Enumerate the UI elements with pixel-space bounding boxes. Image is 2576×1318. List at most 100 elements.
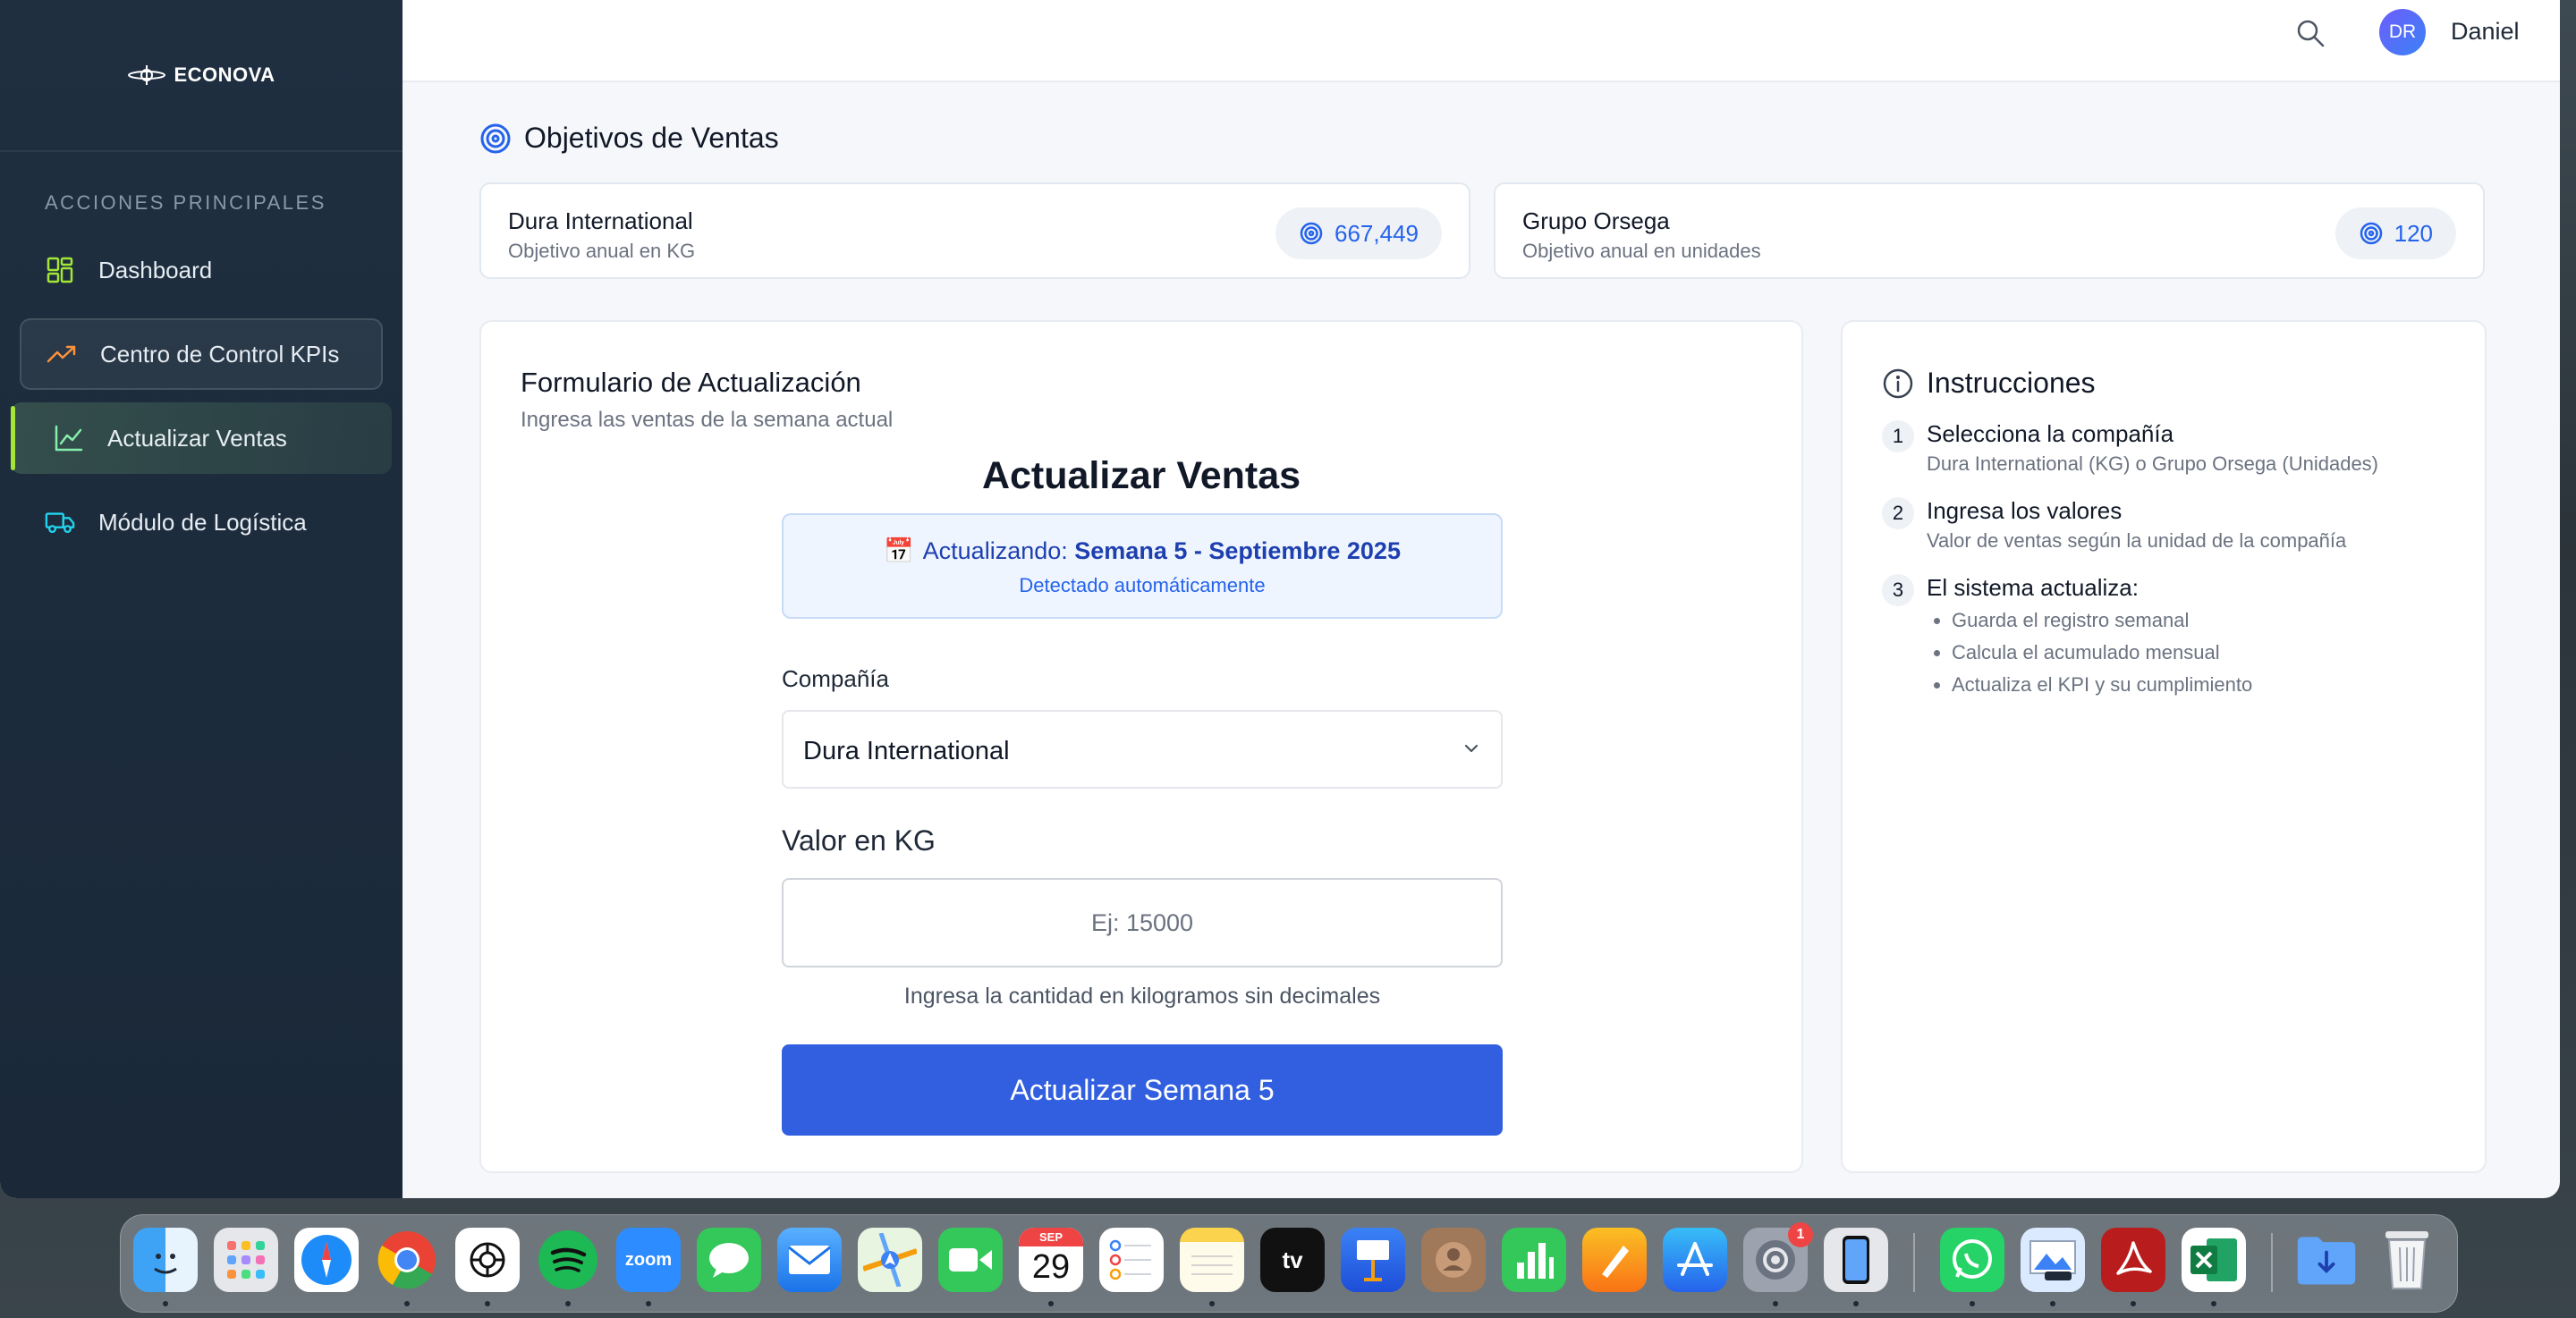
sidebar-item-dashboard[interactable]: Dashboard bbox=[20, 234, 383, 306]
step-title: Selecciona la compañía bbox=[1927, 420, 2174, 447]
avatar[interactable]: DR bbox=[2379, 9, 2426, 55]
target-icon bbox=[1300, 222, 1323, 245]
target-subtitle: Objetivo anual en unidades bbox=[1522, 240, 1761, 262]
sidebar-item-kpis[interactable]: Centro de Control KPIs bbox=[20, 318, 383, 390]
running-indicator bbox=[485, 1301, 490, 1306]
running-indicator bbox=[1048, 1301, 1054, 1306]
safari-icon[interactable] bbox=[294, 1228, 359, 1292]
app-store-icon[interactable] bbox=[1663, 1228, 1727, 1292]
value-label: Valor en KG bbox=[782, 824, 936, 857]
chrome-icon[interactable] bbox=[375, 1228, 439, 1292]
submit-button[interactable]: Actualizar Semana 5 bbox=[782, 1044, 1503, 1136]
running-indicator bbox=[1209, 1301, 1215, 1306]
instructions-card: Instrucciones 1 Selecciona la compañía D… bbox=[1841, 320, 2487, 1173]
running-indicator bbox=[404, 1301, 410, 1306]
messages-icon[interactable] bbox=[697, 1228, 761, 1292]
info-icon bbox=[1883, 368, 1913, 398]
calendar-day: 29 bbox=[1031, 1248, 1071, 1286]
target-value-badge: 667,449 bbox=[1275, 207, 1442, 259]
step-bullet-list: Guarda el registro semanal Calcula el ac… bbox=[1927, 604, 2252, 701]
form-heading: Actualizar Ventas bbox=[981, 454, 1301, 497]
sidebar: ECONOVA ACCIONES PRINCIPALES Dashboard C… bbox=[0, 0, 402, 1198]
target-icon bbox=[480, 123, 511, 153]
company-select[interactable]: Dura International bbox=[782, 710, 1503, 789]
iphone-mirroring-icon[interactable] bbox=[1824, 1228, 1888, 1292]
facetime-icon[interactable] bbox=[938, 1228, 1003, 1292]
page-title: Objetivos de Ventas bbox=[479, 122, 779, 155]
chatgpt-icon[interactable] bbox=[455, 1228, 520, 1292]
week-prefix: Actualizando: bbox=[922, 537, 1068, 564]
target-icon bbox=[2360, 222, 2382, 245]
week-value: Semana 5 - Septiembre 2025 bbox=[1074, 537, 1401, 564]
keynote-icon[interactable] bbox=[1341, 1228, 1405, 1292]
calendar-month: SEP bbox=[1019, 1228, 1083, 1246]
whatsapp-icon[interactable] bbox=[1940, 1228, 2004, 1292]
numbers-icon[interactable] bbox=[1502, 1228, 1566, 1292]
update-form-card: Formulario de Actualización Ingresa las … bbox=[479, 320, 1803, 1173]
sidebar-item-actualizar-ventas[interactable]: Actualizar Ventas bbox=[11, 402, 392, 474]
macos-dock: zoom SEP 29 tv 1 bbox=[120, 1214, 2458, 1313]
target-card-dura: Dura International Objetivo anual en KG … bbox=[479, 182, 1470, 279]
running-indicator bbox=[163, 1301, 168, 1306]
running-indicator bbox=[565, 1301, 571, 1306]
reminders-icon[interactable] bbox=[1099, 1228, 1164, 1292]
target-company-name: Grupo Orsega bbox=[1522, 207, 1670, 234]
sidebar-item-label: Actualizar Ventas bbox=[107, 424, 287, 452]
target-card-orsega: Grupo Orsega Objetivo anual en unidades … bbox=[1494, 182, 2485, 279]
apple-tv-icon[interactable]: tv bbox=[1260, 1228, 1325, 1292]
sidebar-section-title: ACCIONES PRINCIPALES bbox=[45, 191, 326, 214]
search-icon[interactable] bbox=[2295, 18, 2326, 48]
step-bullet: Calcula el acumulado mensual bbox=[1952, 637, 2252, 669]
top-bar bbox=[402, 0, 2560, 82]
notification-badge: 1 bbox=[1788, 1222, 1813, 1247]
acrobat-icon[interactable] bbox=[2101, 1228, 2165, 1292]
preview-icon[interactable] bbox=[2021, 1228, 2085, 1292]
trending-up-icon bbox=[47, 339, 77, 369]
week-detected-text: Detectado automáticamente bbox=[1019, 574, 1266, 596]
step-number: 2 bbox=[1882, 497, 1914, 529]
mail-icon[interactable] bbox=[777, 1228, 842, 1292]
logo-text: ECONOVA bbox=[174, 63, 275, 86]
trash-icon[interactable] bbox=[2375, 1228, 2439, 1292]
system-settings-icon[interactable]: 1 bbox=[1743, 1222, 1813, 1292]
step-bullet: Guarda el registro semanal bbox=[1952, 604, 2252, 637]
calendar-emoji-icon: 📅 bbox=[884, 537, 914, 564]
sidebar-item-logistica[interactable]: Módulo de Logística bbox=[20, 486, 383, 558]
sidebar-item-label: Dashboard bbox=[98, 256, 213, 283]
form-card-title: Formulario de Actualización bbox=[521, 367, 861, 398]
maps-icon[interactable] bbox=[858, 1228, 922, 1292]
dock-separator bbox=[2271, 1233, 2273, 1292]
spotify-icon[interactable] bbox=[536, 1228, 600, 1292]
value-input[interactable] bbox=[782, 878, 1503, 967]
step-title: Ingresa los valores bbox=[1927, 497, 2123, 524]
contacts-icon[interactable] bbox=[1421, 1228, 1486, 1292]
downloads-folder-icon[interactable] bbox=[2294, 1228, 2359, 1292]
value-hint: Ingresa la cantidad en kilogramos sin de… bbox=[903, 984, 1381, 1009]
week-info-box: 📅 Actualizando: Semana 5 - Septiembre 20… bbox=[782, 513, 1503, 619]
running-indicator bbox=[1773, 1301, 1778, 1306]
pages-icon[interactable] bbox=[1582, 1228, 1647, 1292]
chevron-down-icon bbox=[1464, 744, 1479, 753]
target-subtitle: Objetivo anual en KG bbox=[508, 240, 696, 262]
launchpad-icon[interactable] bbox=[214, 1228, 278, 1292]
running-indicator bbox=[2211, 1301, 2216, 1306]
step-description: Dura International (KG) o Grupo Orsega (… bbox=[1927, 452, 2379, 475]
calendar-icon[interactable]: SEP 29 bbox=[1019, 1228, 1083, 1292]
sidebar-nav: Dashboard Centro de Control KPIs Actuali… bbox=[0, 234, 402, 558]
step-number: 3 bbox=[1882, 574, 1914, 606]
running-indicator bbox=[2050, 1301, 2055, 1306]
logo[interactable]: ECONOVA bbox=[0, 0, 402, 152]
instructions-title-text: Instrucciones bbox=[1927, 367, 2096, 399]
week-line: 📅 Actualizando: Semana 5 - Septiembre 20… bbox=[784, 536, 1501, 565]
running-indicator bbox=[1853, 1301, 1859, 1306]
target-value-badge: 120 bbox=[2334, 207, 2456, 259]
running-indicator bbox=[2131, 1301, 2136, 1306]
page-title-text: Objetivos de Ventas bbox=[524, 122, 779, 154]
step-bullet: Actualiza el KPI y su cumplimiento bbox=[1952, 669, 2252, 701]
user-name[interactable]: Daniel bbox=[2451, 18, 2520, 46]
excel-icon[interactable] bbox=[2182, 1228, 2246, 1292]
zoom-icon[interactable]: zoom bbox=[616, 1228, 681, 1292]
notes-icon[interactable] bbox=[1180, 1228, 1244, 1292]
finder-icon[interactable] bbox=[133, 1228, 198, 1292]
step-description: Valor de ventas según la unidad de la co… bbox=[1927, 529, 2347, 552]
